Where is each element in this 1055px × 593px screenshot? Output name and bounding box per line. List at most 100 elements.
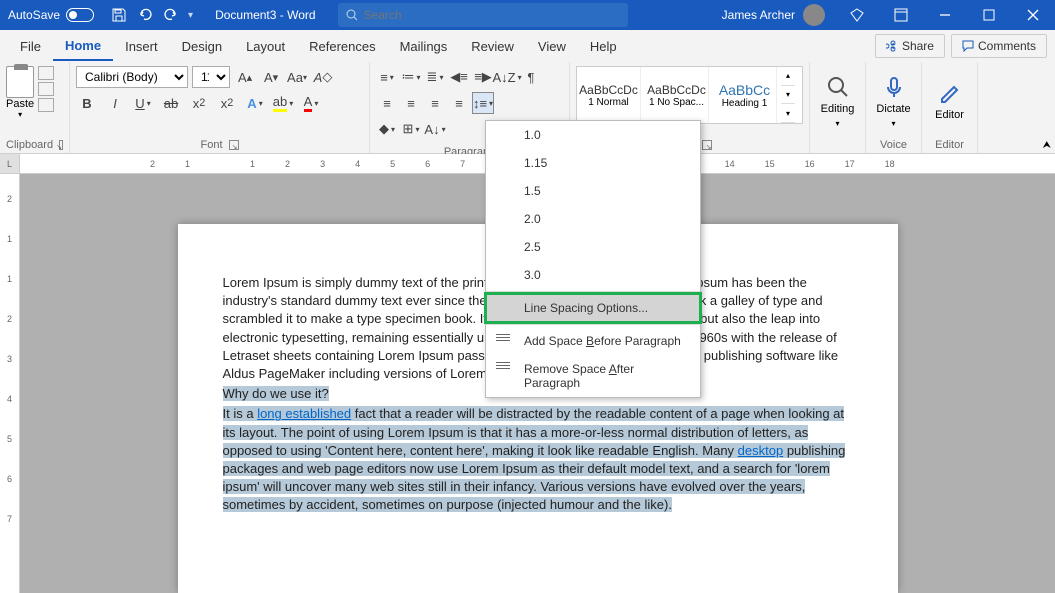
bullets-button[interactable]: ≡: [376, 66, 398, 88]
undo-icon[interactable]: [136, 6, 154, 24]
italic-button[interactable]: I: [104, 92, 126, 114]
spacing-3.0[interactable]: 3.0: [486, 261, 700, 289]
remove-space-after[interactable]: Remove Space After Paragraph: [486, 355, 700, 397]
clear-formatting-button[interactable]: A◇: [312, 66, 334, 88]
strikethrough-button[interactable]: ab: [160, 92, 182, 114]
maximize-button[interactable]: [967, 0, 1011, 30]
search-icon: [826, 75, 850, 99]
clipboard-dialog-launcher[interactable]: [59, 140, 63, 150]
tab-review[interactable]: Review: [459, 33, 526, 60]
paragraph-2-selected[interactable]: Why do we use it?: [223, 386, 329, 401]
qat-dropdown-icon[interactable]: ▾: [188, 10, 193, 21]
spacing-1.0[interactable]: 1.0: [486, 121, 700, 149]
link-long-established[interactable]: long established: [257, 406, 351, 421]
tab-layout[interactable]: Layout: [234, 33, 297, 60]
clipboard-label: Clipboard: [6, 139, 53, 151]
spacing-1.5[interactable]: 1.5: [486, 177, 700, 205]
underline-button[interactable]: U: [132, 92, 154, 114]
grow-font-button[interactable]: A▴: [234, 66, 256, 88]
tab-file[interactable]: File: [8, 33, 53, 60]
text-effects-button[interactable]: A: [244, 92, 266, 114]
numbering-button[interactable]: ≔: [400, 66, 422, 88]
tab-references[interactable]: References: [297, 33, 387, 60]
subscript-button[interactable]: x2: [188, 92, 210, 114]
styles-up-button[interactable]: ▴: [781, 67, 795, 86]
microphone-icon: [882, 75, 906, 99]
add-space-icon: [496, 334, 512, 348]
align-center-button[interactable]: ≡: [400, 92, 422, 114]
spacing-2.5[interactable]: 2.5: [486, 233, 700, 261]
borders-button[interactable]: ⊞: [400, 118, 422, 140]
document-title: Document3 - Word: [201, 8, 329, 22]
tab-insert[interactable]: Insert: [113, 33, 170, 60]
redo-icon[interactable]: [162, 6, 180, 24]
line-spacing-options[interactable]: Line Spacing Options...: [486, 294, 700, 322]
spacing-2.0[interactable]: 2.0: [486, 205, 700, 233]
shading-button[interactable]: ◆: [376, 118, 398, 140]
styles-more-button[interactable]: ▾: [781, 104, 795, 123]
toggle-switch[interactable]: [66, 8, 94, 22]
multilevel-button[interactable]: ≣: [424, 66, 446, 88]
search-box[interactable]: [338, 3, 628, 27]
editor-label: Editor: [928, 137, 971, 151]
editing-button[interactable]: Editing▾: [816, 66, 859, 136]
ribbon-display-icon[interactable]: [879, 0, 923, 30]
paste-button[interactable]: Paste ▾: [6, 66, 34, 119]
tab-mailings[interactable]: Mailings: [388, 33, 460, 60]
font-name-select[interactable]: Calibri (Body): [76, 66, 188, 88]
link-desktop[interactable]: desktop: [738, 443, 784, 458]
paste-icon: [6, 66, 34, 98]
sort-button[interactable]: A↓Z: [496, 66, 518, 88]
styles-dialog-launcher[interactable]: [702, 140, 712, 150]
tab-view[interactable]: View: [526, 33, 578, 60]
decrease-indent-button[interactable]: ◀≡: [448, 66, 470, 88]
tab-home[interactable]: Home: [53, 32, 113, 61]
share-button[interactable]: Share: [875, 34, 945, 58]
search-input[interactable]: [364, 8, 620, 22]
minimize-button[interactable]: [923, 0, 967, 30]
highlight-button[interactable]: ab: [272, 92, 294, 114]
bold-button[interactable]: B: [76, 92, 98, 114]
save-icon[interactable]: [110, 6, 128, 24]
paragraph-3-selected[interactable]: It is a long established fact that a rea…: [223, 406, 846, 512]
change-case-button[interactable]: Aa▾: [286, 66, 308, 88]
sort-az-button[interactable]: A↓: [424, 118, 446, 140]
user-avatar[interactable]: [803, 4, 825, 26]
font-label: Font: [200, 139, 222, 151]
show-marks-button[interactable]: ¶: [520, 66, 542, 88]
styles-gallery[interactable]: AaBbCcDc1 Normal AaBbCcDc1 No Spac... Aa…: [576, 66, 803, 124]
font-size-select[interactable]: 11: [192, 66, 230, 88]
remove-space-icon: [496, 362, 512, 376]
vertical-ruler[interactable]: 211234567: [0, 174, 20, 593]
diamond-icon[interactable]: [835, 0, 879, 30]
increase-indent-button[interactable]: ≡▶: [472, 66, 494, 88]
dictate-button[interactable]: Dictate▾: [872, 66, 915, 136]
copy-icon[interactable]: [38, 82, 54, 96]
font-color-button[interactable]: A: [300, 92, 322, 114]
superscript-button[interactable]: x2: [216, 92, 238, 114]
styles-down-button[interactable]: ▾: [781, 86, 795, 105]
style-normal[interactable]: AaBbCcDc1 Normal: [577, 67, 641, 123]
align-left-button[interactable]: ≡: [376, 92, 398, 114]
shrink-font-button[interactable]: A▾: [260, 66, 282, 88]
tab-design[interactable]: Design: [170, 33, 234, 60]
autosave-toggle[interactable]: AutoSave: [0, 8, 102, 22]
editor-button[interactable]: Editor: [928, 66, 971, 136]
add-space-before[interactable]: Add Space Before Paragraph: [486, 327, 700, 355]
comments-button[interactable]: Comments: [951, 34, 1047, 58]
spacing-1.15[interactable]: 1.15: [486, 149, 700, 177]
justify-button[interactable]: ≡: [448, 92, 470, 114]
style-nospacing[interactable]: AaBbCcDc1 No Spac...: [645, 67, 709, 123]
editor-icon: [938, 81, 962, 105]
format-painter-icon[interactable]: [38, 98, 54, 112]
autosave-label: AutoSave: [8, 8, 60, 22]
line-spacing-button[interactable]: ↕≡: [472, 92, 494, 114]
close-button[interactable]: [1011, 0, 1055, 30]
font-dialog-launcher[interactable]: [229, 140, 239, 150]
ruler-corner: L: [0, 154, 20, 173]
align-right-button[interactable]: ≡: [424, 92, 446, 114]
cut-icon[interactable]: [38, 66, 54, 80]
collapse-ribbon-button[interactable]: ⮝: [1043, 140, 1052, 151]
tab-help[interactable]: Help: [578, 33, 629, 60]
style-heading1[interactable]: AaBbCcHeading 1: [713, 67, 777, 123]
